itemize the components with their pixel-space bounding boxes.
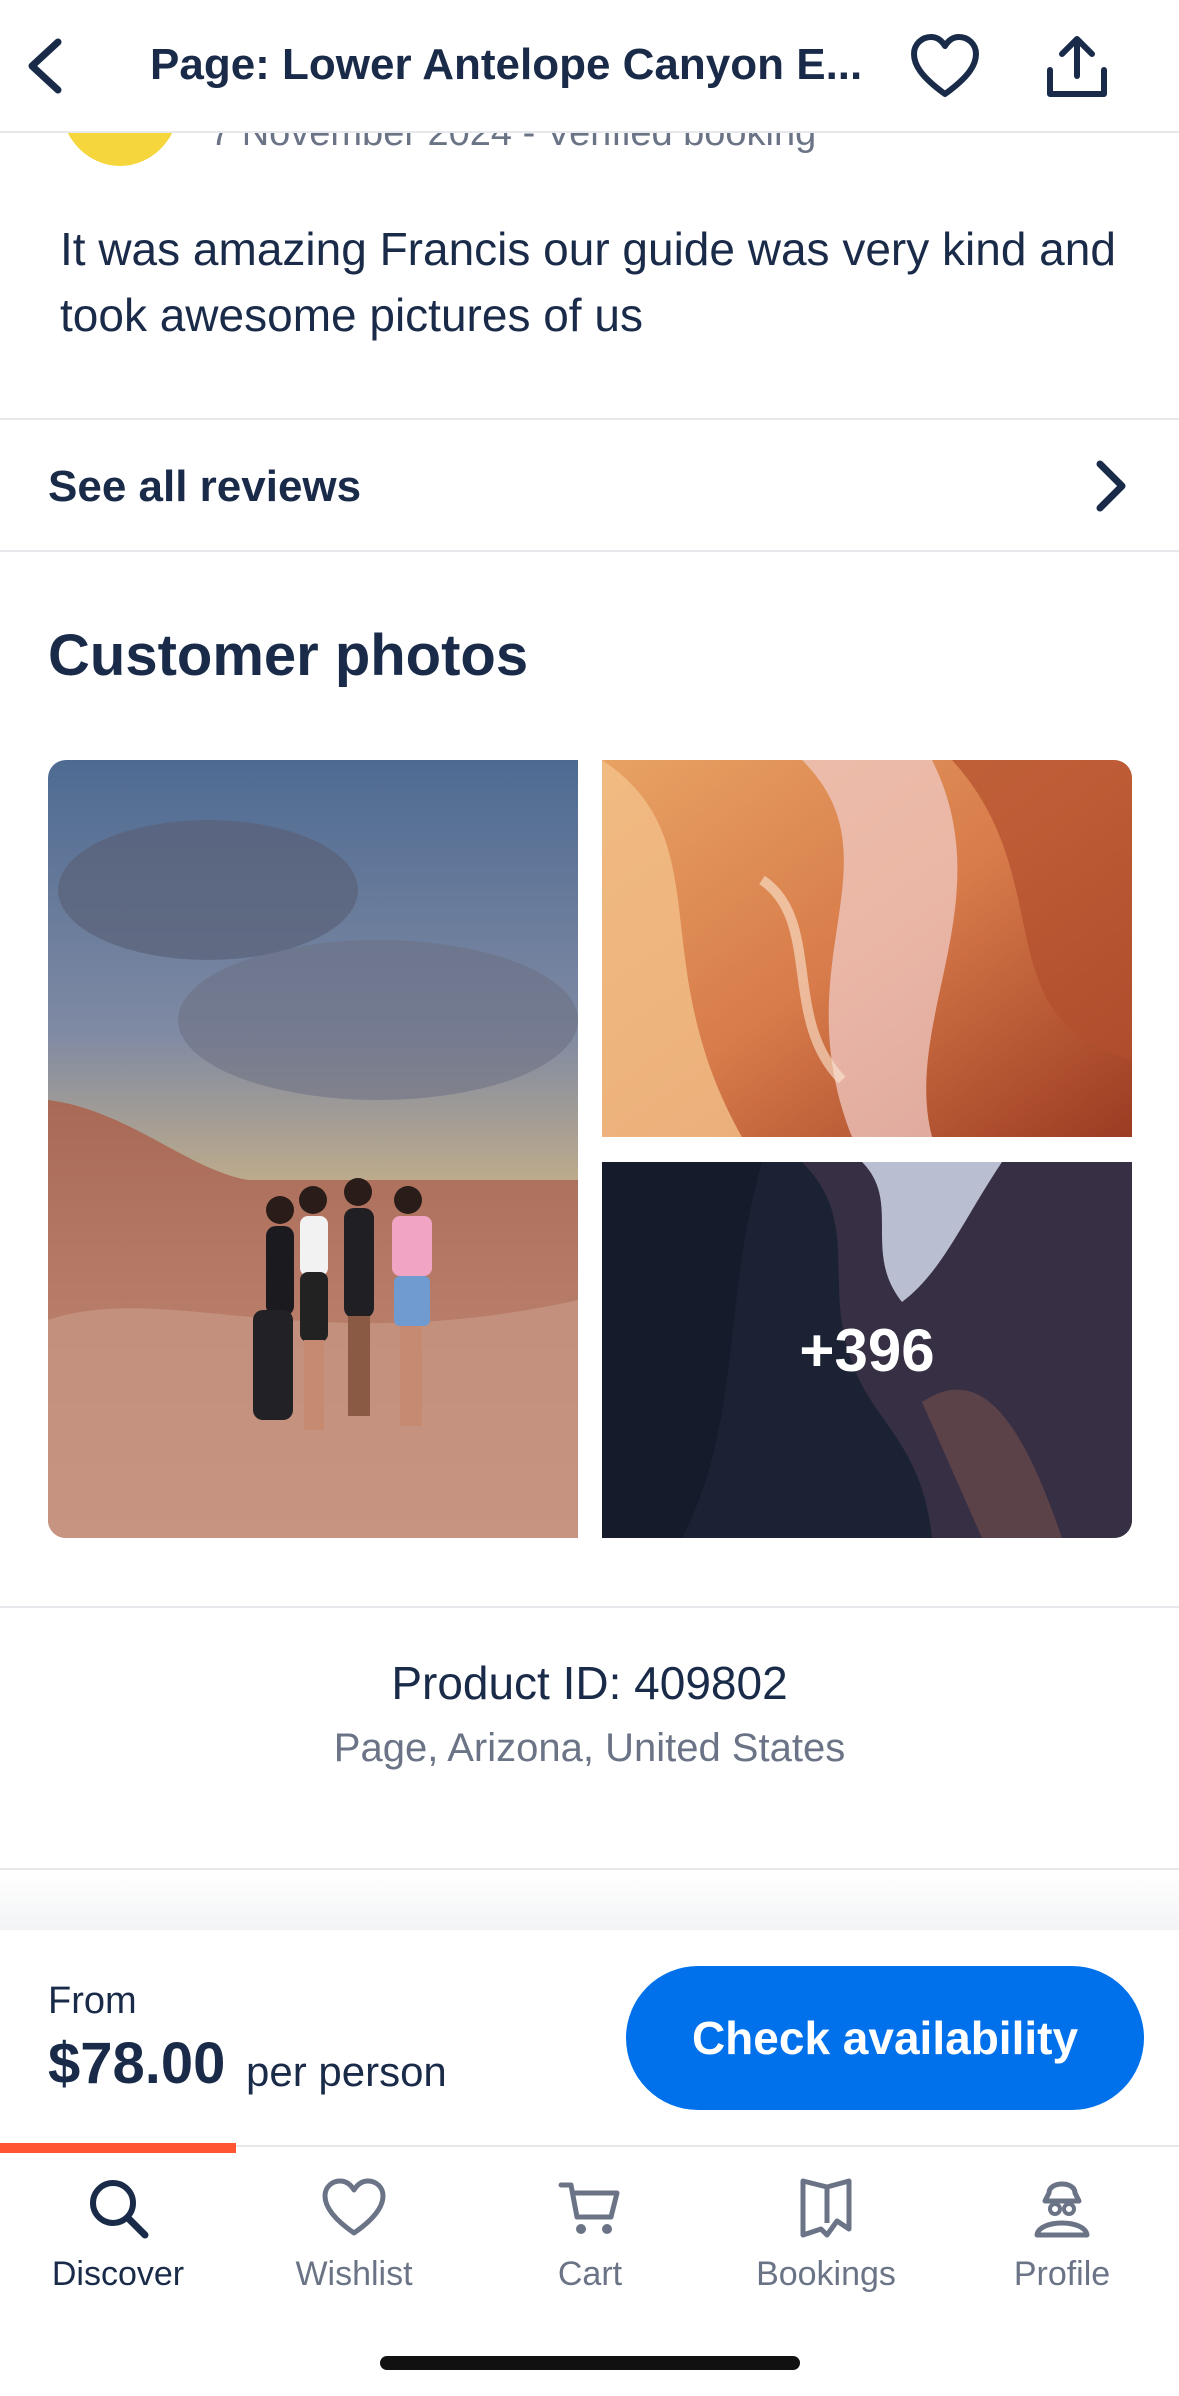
from-label: From: [48, 1980, 137, 2022]
see-all-reviews-row[interactable]: See all reviews: [0, 420, 1179, 550]
search-icon: [90, 2180, 149, 2239]
tab-label: Wishlist: [295, 2255, 413, 2293]
heart-icon: [911, 34, 979, 97]
see-all-reviews-label: See all reviews: [48, 462, 362, 511]
divider: [0, 550, 1179, 552]
check-availability-button[interactable]: Check availability: [626, 1966, 1144, 2110]
tab-label: Bookings: [756, 2255, 896, 2293]
tab-cart[interactable]: Cart: [472, 2173, 708, 2303]
tab-discover[interactable]: Discover: [0, 2173, 236, 2303]
divider: [0, 1606, 1179, 1608]
customer-photos-title: Customer photos: [48, 623, 529, 688]
profile-icon: [1034, 2181, 1090, 2238]
chevron-left-icon: [28, 38, 62, 94]
tab-label: Cart: [557, 2255, 623, 2293]
wishlist-button[interactable]: [908, 30, 982, 104]
product-id: Product ID: 409802: [391, 1657, 788, 1709]
share-icon: [1047, 36, 1107, 97]
tab-profile[interactable]: Profile: [944, 2173, 1179, 2303]
chevron-right-icon: [1096, 460, 1126, 512]
customer-photo-group[interactable]: [48, 760, 578, 1538]
bar-shadow: [0, 1870, 1179, 1930]
screen: 7 November 2024 - Verified booking It wa…: [0, 0, 1179, 2396]
booking-bar: From $78.00 per person Check availabilit…: [0, 1930, 1179, 2145]
heart-icon: [322, 2178, 386, 2236]
review-text: It was amazing Francis our guide was ver…: [60, 223, 1116, 341]
tab-bookings[interactable]: Bookings: [708, 2173, 944, 2303]
customer-photo-more[interactable]: +396: [602, 1162, 1132, 1538]
cart-icon: [558, 2182, 620, 2234]
share-button[interactable]: [1040, 30, 1114, 104]
customer-photo-canyon[interactable]: [602, 760, 1132, 1137]
per-person-label: per person: [246, 2048, 447, 2095]
page-title: Page: Lower Antelope Canyon E...: [150, 40, 863, 89]
bookmark-icon: [800, 2178, 852, 2238]
more-photos-count: +396: [799, 1316, 935, 1384]
product-location: Page, Arizona, United States: [333, 1726, 846, 1770]
home-indicator: [380, 2356, 800, 2370]
top-header: Page: Lower Antelope Canyon E...: [0, 0, 1179, 133]
tab-wishlist[interactable]: Wishlist: [236, 2173, 472, 2303]
active-tab-indicator: [0, 2143, 236, 2153]
tab-label: Profile: [1013, 2255, 1111, 2293]
back-button[interactable]: [18, 30, 74, 102]
tab-label: Discover: [51, 2255, 185, 2293]
price: $78.00: [48, 2031, 226, 2096]
